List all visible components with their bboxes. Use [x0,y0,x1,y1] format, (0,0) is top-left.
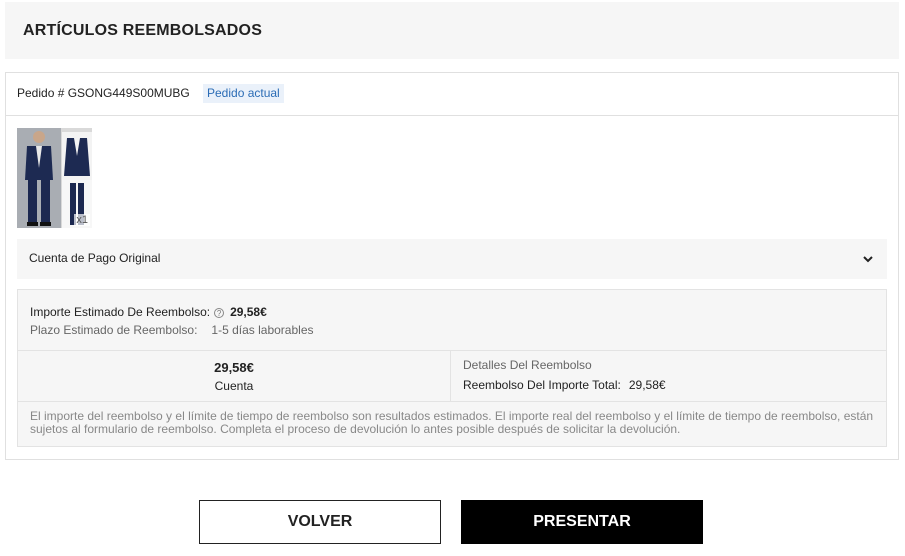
order-number: Pedido # GSONG449S00MUBG [17,86,190,100]
refund-total-label: Reembolso Del Importe Total: [463,378,621,392]
estimated-refund-time-row: Plazo Estimado de Reembolso: 1-5 días lab… [30,323,314,337]
product-image-main [17,128,61,228]
estimated-refund-amount-row: Importe Estimado De Reembolso:? 29,58€ [30,305,267,319]
refund-amount: 29,58€ [214,360,254,375]
order-header: Pedido # GSONG449S00MUBG Pedido actual [6,73,898,116]
estimated-refund-time: 1-5 días laborables [211,323,314,337]
estimated-refund-amount: 29,58€ [230,305,267,319]
refund-amount-cell: 29,58€ Cuenta [18,351,451,401]
refund-total-value: 29,58€ [628,378,666,392]
refund-summary: Importe Estimado De Reembolso:? 29,58€ Pl… [17,289,887,447]
refund-breakdown: 29,58€ Cuenta Detalles Del Reembolso Ree… [18,350,886,402]
refund-total-row: Reembolso Del Importe Total: 29,58€ [463,378,666,392]
product-thumbnail[interactable]: x1 [17,128,92,228]
refund-details-title: Detalles Del Reembolso [463,358,592,372]
chevron-down-icon[interactable] [861,252,875,266]
payment-method-selector[interactable]: Cuenta de Pago Original [17,239,887,279]
page-header: ARTÍCULOS REEMBOLSADOS [5,2,899,59]
back-button[interactable]: VOLVER [199,500,441,544]
submit-button[interactable]: PRESENTAR [461,500,703,544]
estimated-refund-amount-label: Importe Estimado De Reembolso: [30,305,211,319]
current-order-badge: Pedido actual [203,84,284,103]
payment-method-label: Cuenta de Pago Original [29,251,161,265]
page-title: ARTÍCULOS REEMBOLSADOS [23,22,263,39]
refund-disclaimer: El importe del reembolso y el límite de … [30,409,874,436]
estimated-refund-time-label: Plazo Estimado de Reembolso: [30,323,198,337]
item-quantity: x1 [74,214,90,226]
help-icon[interactable]: ? [214,307,225,318]
refund-method: Cuenta [214,379,254,393]
order-card: Pedido # GSONG449S00MUBG Pedido actual x… [5,72,899,460]
product-image-jacket [62,132,92,180]
